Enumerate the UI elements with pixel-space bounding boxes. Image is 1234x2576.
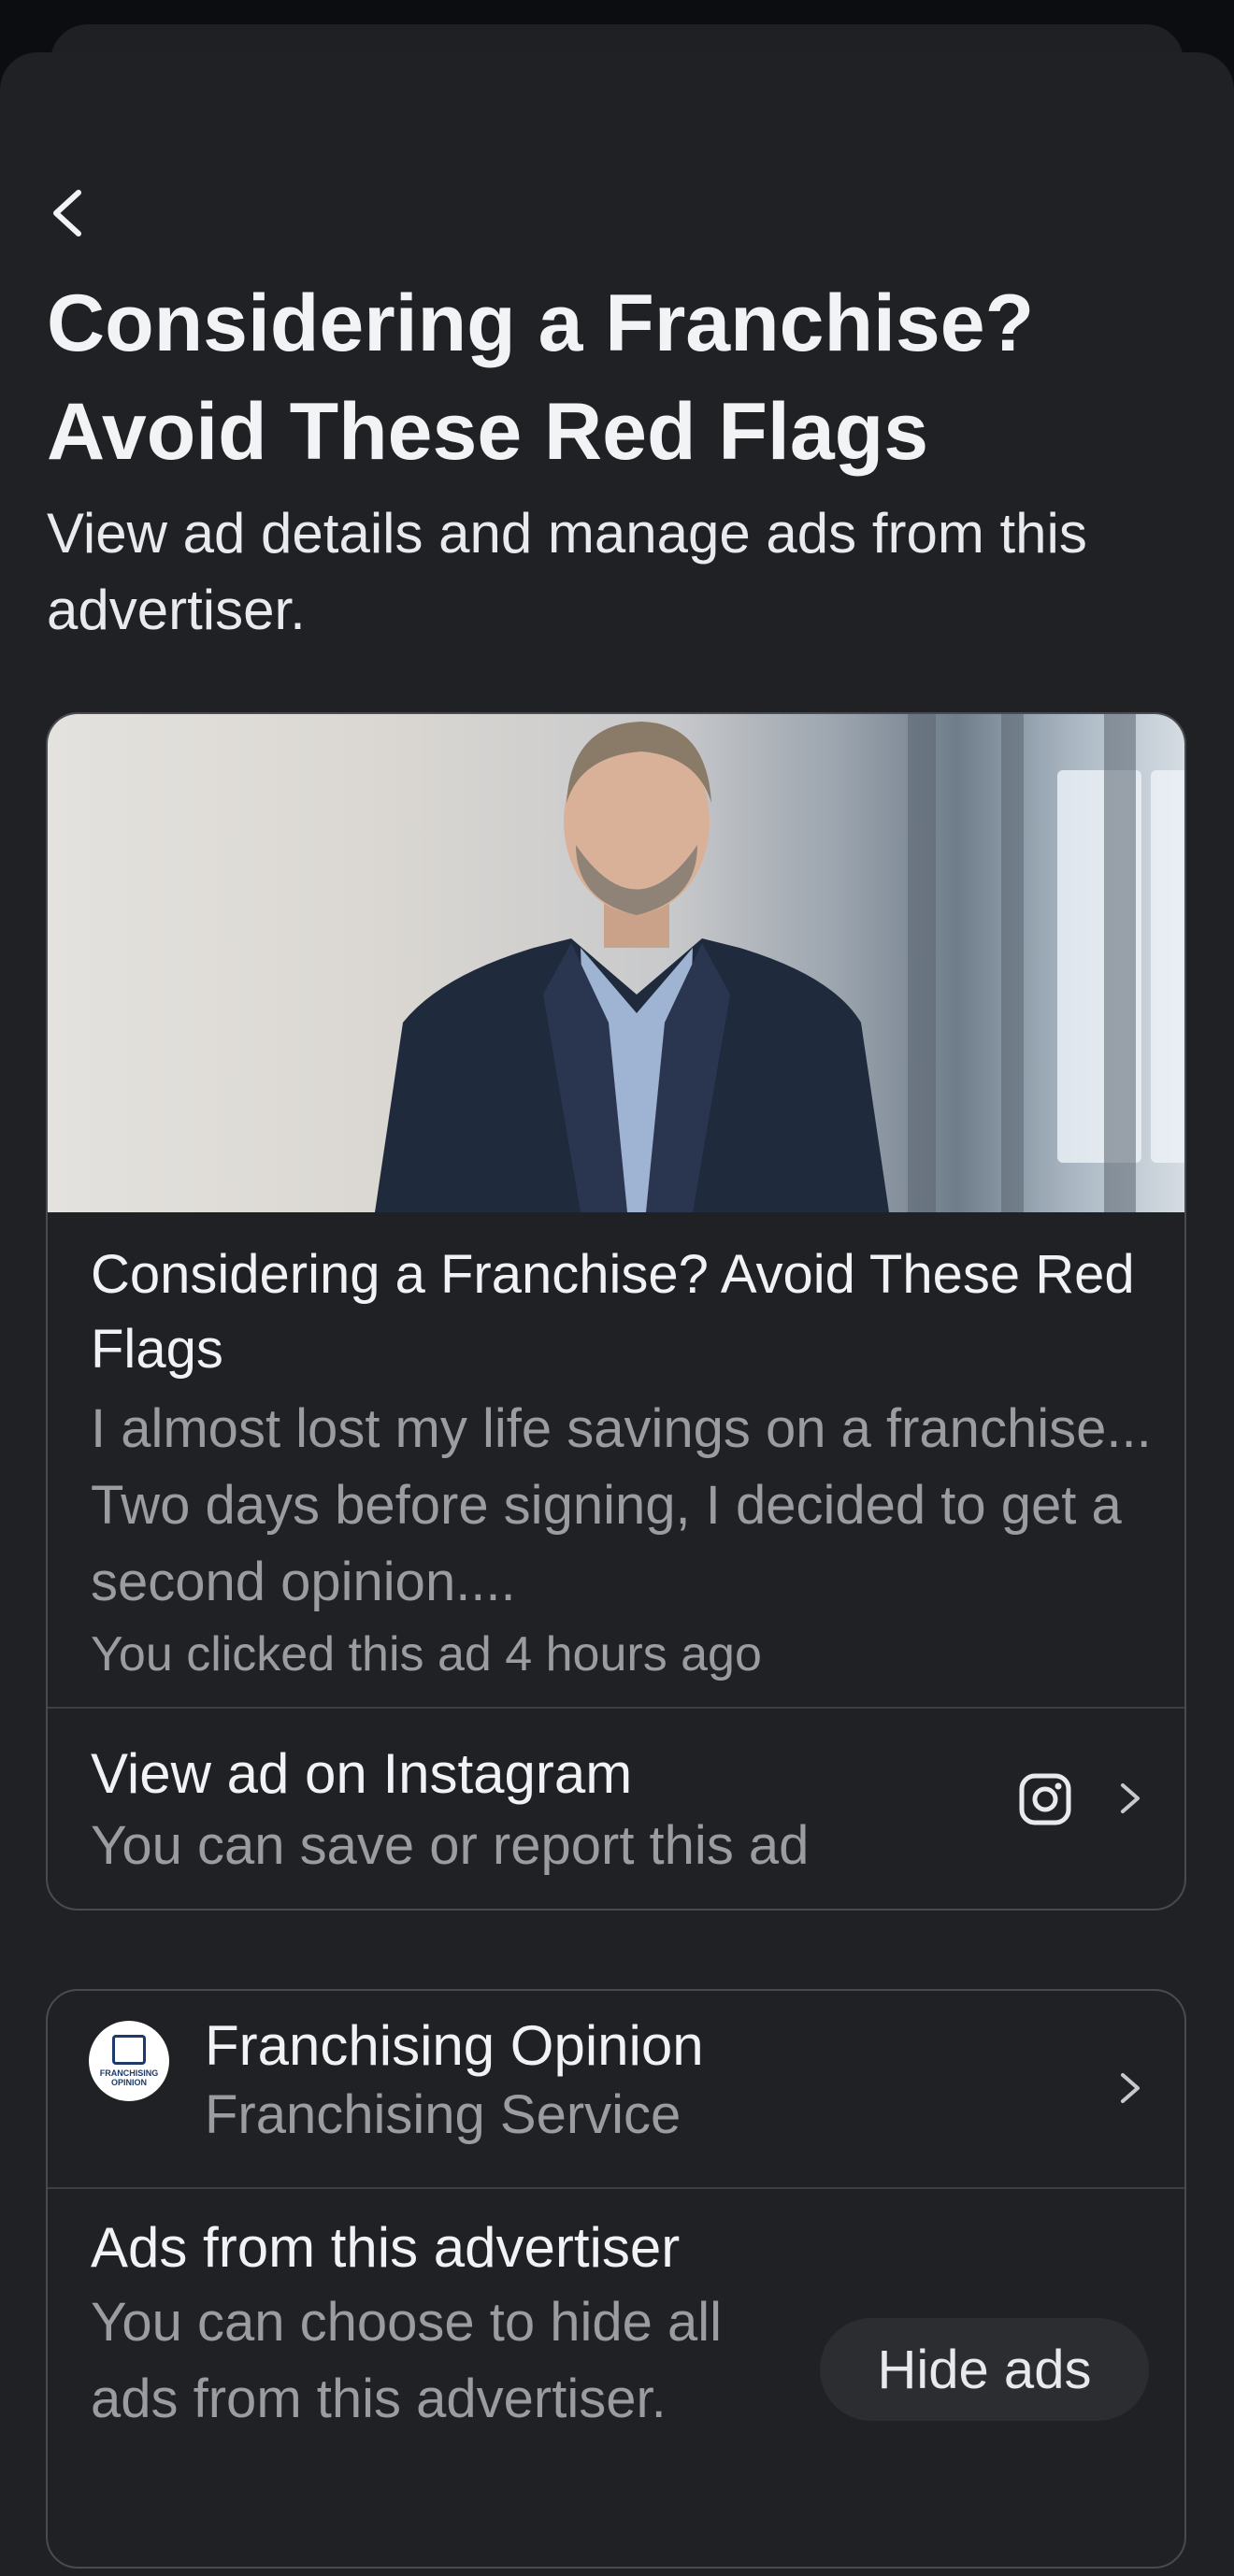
- ad-headline: Considering a Franchise? Avoid These Red…: [91, 1244, 1135, 1380]
- advertiser-card: FRANCHISING OPINION Franchising Opinion …: [46, 1989, 1186, 2569]
- page-subtitle: View ad details and manage ads from this…: [47, 502, 1087, 641]
- advertiser-logo-mark: [112, 2035, 146, 2065]
- advertiser-name: Franchising Opinion: [205, 2014, 704, 2077]
- ad-details-sheet: Considering a Franchise? Avoid These Red…: [0, 52, 1234, 2576]
- ads-from-advertiser-title: Ads from this advertiser: [91, 2216, 681, 2279]
- back-button[interactable]: [37, 183, 97, 243]
- background-pillar: [1001, 714, 1024, 1212]
- ads-from-advertiser-subtitle: You can choose to hide all ads from this…: [91, 2292, 723, 2429]
- instagram-icon: [1019, 1773, 1071, 1825]
- ad-body: I almost lost my life savings on a franc…: [91, 1398, 1152, 1612]
- advertiser-avatar: FRANCHISING OPINION: [89, 2021, 169, 2101]
- advertiser-logo-text: FRANCHISING OPINION: [99, 2068, 159, 2087]
- advertiser-profile-row[interactable]: FRANCHISING OPINION Franchising Opinion …: [48, 1991, 1184, 2187]
- advertiser-category: Franchising Service: [205, 2084, 682, 2145]
- hide-ads-button[interactable]: Hide ads: [820, 2318, 1149, 2421]
- instagram-row-subtitle: You can save or report this ad: [91, 1815, 810, 1876]
- chevron-right-icon: [1121, 1783, 1140, 1813]
- background-pillar: [1104, 714, 1136, 1212]
- ads-from-advertiser-row: Ads from this advertiser You can choose …: [48, 2189, 1184, 2563]
- background-window: [1151, 770, 1184, 1163]
- instagram-row-title: View ad on Instagram: [91, 1742, 633, 1805]
- ad-person-photo: [375, 722, 889, 1212]
- ad-clicked-time: You clicked this ad 4 hours ago: [91, 1627, 762, 1682]
- ad-image[interactable]: [48, 714, 1184, 1212]
- page-title: Considering a Franchise? Avoid These Red…: [47, 279, 1035, 477]
- ad-text-block: Considering a Franchise? Avoid These Red…: [91, 1238, 1156, 1688]
- chevron-right-icon: [1121, 2073, 1140, 2103]
- ad-card: Considering a Franchise? Avoid These Red…: [46, 712, 1186, 1911]
- chevron-left-icon: [53, 190, 81, 236]
- view-on-instagram-row[interactable]: View ad on Instagram You can save or rep…: [48, 1709, 1184, 1909]
